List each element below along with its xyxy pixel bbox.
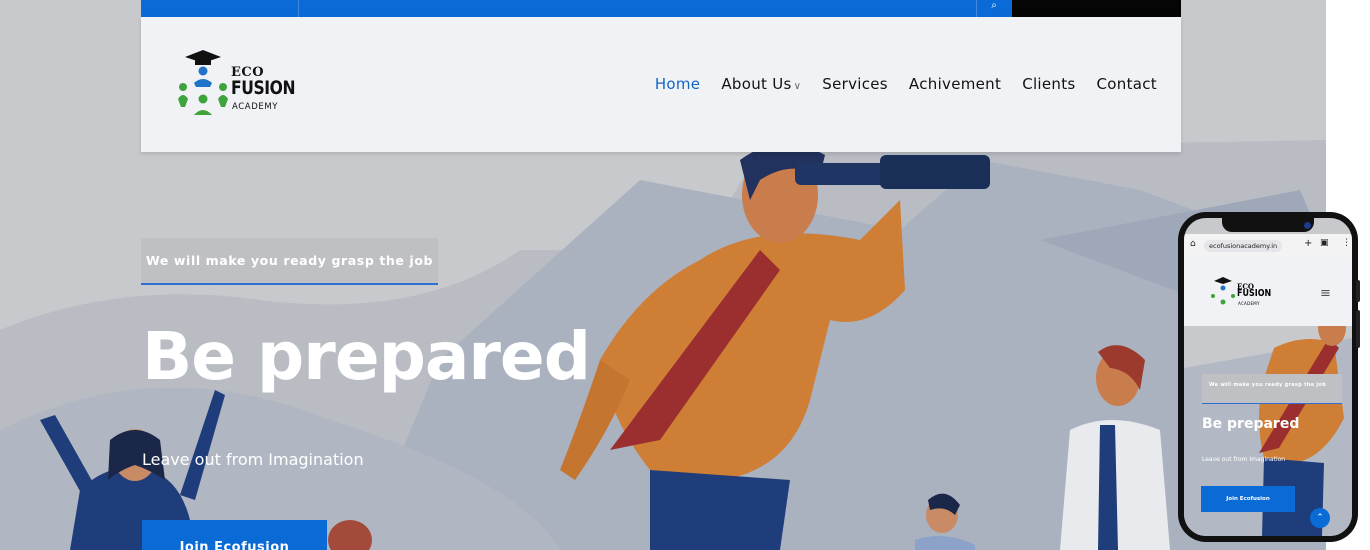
mobile-logo-fusion-text: FUSION: [1237, 288, 1272, 299]
nav-item-about-us[interactable]: About Us ∨: [721, 75, 801, 93]
mobile-join-button[interactable]: Join Ecofusion: [1201, 486, 1295, 512]
hero-subline: Leave out from Imagination: [142, 450, 364, 469]
site-logo[interactable]: ECO FUSION ACADEMY: [177, 47, 307, 119]
mobile-logo-academy-text: ACADEMY: [1238, 301, 1260, 306]
tabs-icon[interactable]: ▣: [1320, 238, 1329, 248]
nav-item-home[interactable]: Home: [655, 75, 701, 93]
mobile-preview: ⌂ ecofusionacademy.in + ▣ ⋮ ECO FUSION A…: [1178, 212, 1360, 542]
chevron-down-icon: ∨: [793, 81, 802, 92]
more-icon[interactable]: ⋮: [1342, 238, 1351, 248]
mobile-tagline: We will make you ready grasp the job: [1202, 374, 1342, 404]
top-bar-divider: [298, 0, 299, 17]
camera-icon: [1304, 222, 1311, 229]
nav-menu: Home About Us ∨ Services Achivement Clien…: [634, 75, 1157, 93]
mobile-logo-icon: [1211, 277, 1235, 305]
search-icon[interactable]: ⌕: [976, 0, 1012, 17]
mobile-subline: Leave out from Imagination: [1202, 456, 1286, 463]
logo-academy-text: ACADEMY: [232, 102, 279, 112]
academy-logo-icon: [178, 50, 228, 115]
mobile-navbar: ECO FUSION ACADEMY ≡: [1184, 258, 1352, 326]
nav-item-contact[interactable]: Contact: [1097, 75, 1157, 93]
main-navbar: ECO FUSION ACADEMY Home About Us ∨ Servic…: [141, 17, 1181, 152]
nav-item-services[interactable]: Services: [822, 75, 888, 93]
nav-item-clients[interactable]: Clients: [1022, 75, 1075, 93]
nav-item-label: About Us: [721, 75, 792, 93]
logo-fusion-text: FUSION: [231, 77, 296, 99]
mobile-url[interactable]: ecofusionacademy.in: [1204, 240, 1283, 252]
mobile-headline: Be prepared: [1202, 416, 1300, 432]
top-bar: ⌕: [141, 0, 1181, 17]
mobile-browser-bar: ⌂ ecofusionacademy.in + ▣ ⋮: [1184, 234, 1352, 258]
hero-section: ⌕ ECO FUSION ACADEMY Home About Us ∨ Ser…: [0, 0, 1326, 550]
phone-side-button: [1356, 310, 1360, 348]
home-icon[interactable]: ⌂: [1190, 239, 1196, 249]
mobile-logo[interactable]: ECO FUSION ACADEMY: [1210, 276, 1272, 310]
join-button[interactable]: Join Ecofusion: [142, 520, 327, 550]
phone-notch: [1222, 218, 1314, 232]
mobile-screen: ⌂ ecofusionacademy.in + ▣ ⋮ ECO FUSION A…: [1184, 218, 1352, 536]
hero-headline: Be prepared: [142, 318, 591, 395]
new-tab-icon[interactable]: +: [1304, 238, 1312, 249]
arrow-up-icon[interactable]: ⌃: [1310, 508, 1330, 528]
menu-icon[interactable]: ≡: [1320, 286, 1331, 301]
top-bar-black-panel: [1012, 0, 1181, 17]
phone-side-button: [1356, 280, 1360, 302]
nav-item-achivement[interactable]: Achivement: [909, 75, 1001, 93]
hero-tagline: We will make you ready grasp the job: [141, 238, 438, 285]
